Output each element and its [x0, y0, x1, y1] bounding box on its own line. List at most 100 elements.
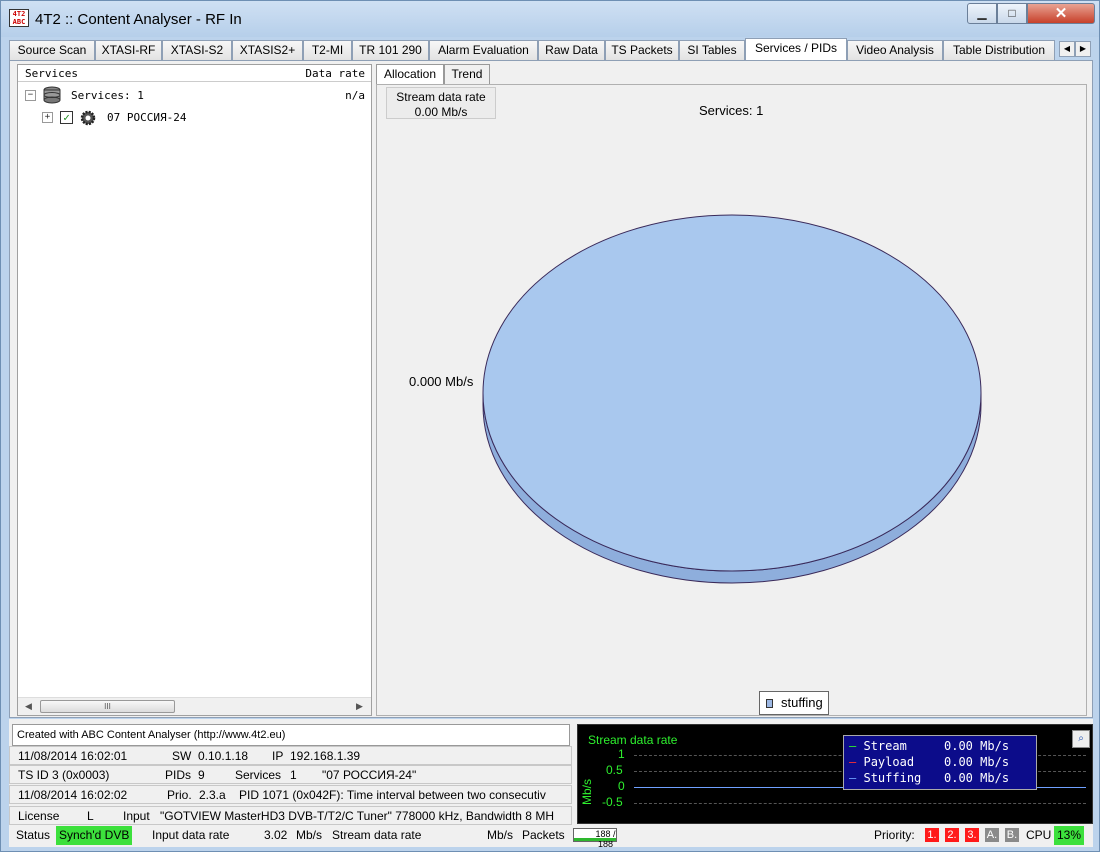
title-bar[interactable]: 4T2 ABC 4T2 :: Content Analyser - RF In …	[1, 1, 1099, 37]
legend-unit-stuffing: Mb/s	[980, 771, 1010, 785]
tab-si-tables[interactable]: SI Tables	[679, 40, 745, 60]
tab-alarm-evaluation[interactable]: Alarm Evaluation	[429, 40, 538, 60]
tab-raw-data[interactable]: Raw Data	[538, 40, 605, 60]
legend-name-stream: Stream	[863, 739, 907, 753]
tab-scroll-right-icon[interactable]: ▶	[1075, 41, 1091, 57]
tab-services-pids[interactable]: Services / PIDs	[745, 38, 847, 60]
column-header-data-rate[interactable]: Data rate	[305, 67, 365, 80]
legend-name-stuffing: Stuffing	[863, 771, 922, 785]
tab-source-scan[interactable]: Source Scan	[9, 40, 95, 60]
tab-scroll-left-icon[interactable]: ◀	[1059, 41, 1075, 57]
scroll-right-icon[interactable]: ▶	[356, 701, 363, 712]
service-name-label: 07 РОССИЯ-24	[107, 111, 187, 124]
priority-b-badge: B.	[1005, 828, 1019, 842]
column-header-services[interactable]: Services	[25, 67, 78, 80]
tab-t2-mi[interactable]: T2-MI	[303, 40, 352, 60]
legend-name-payload: Payload	[863, 755, 915, 769]
tab-ts-packets[interactable]: TS Packets	[605, 40, 679, 60]
legend-value-stuffing: 0.00	[944, 771, 973, 785]
close-button[interactable]: ✕	[1027, 3, 1095, 24]
horizontal-scrollbar[interactable]: ◀ III ▶	[18, 697, 371, 715]
tab-scroll-arrows: ◀ ▶	[1059, 40, 1093, 57]
stream-rate-scope: Stream data rate Mb/s 1 0.5 0 -0.5 — Str…	[577, 724, 1093, 824]
license-value: L	[87, 809, 94, 823]
scope-tick: -0.5	[602, 795, 623, 809]
allocation-chart: Stream data rate 0.00 Mb/s Services: 1 0…	[376, 84, 1087, 716]
info-row-system: 11/08/2014 16:02:01 SW 0.10.1.18 IP 192.…	[9, 746, 572, 765]
services-value: 1	[290, 768, 297, 782]
status-bar: Status Synch'd DVB Input data rate 3.02 …	[9, 826, 1093, 849]
zoom-icon[interactable]: ⌕	[1072, 730, 1090, 748]
tree-header: Services Data rate	[18, 65, 371, 82]
tab-table-distribution[interactable]: Table Distribution	[943, 40, 1055, 60]
tree-root-label: Services: 1	[71, 89, 144, 102]
scope-legend: — Stream 0.00 Mb/s — Payload 0.00 Mb/s —…	[843, 735, 1037, 790]
prio-label: Prio.	[167, 788, 192, 802]
tree-row-root[interactable]: − Services: 1 n/a	[18, 85, 371, 105]
priority-a-badge: A.	[985, 828, 999, 842]
allocation-panel: Allocation Trend Stream data rate 0.00 M…	[376, 64, 1087, 716]
log-time-1: 11/08/2014 16:02:01	[18, 749, 128, 763]
input-rate-label: Input data rate	[152, 828, 230, 842]
input-rate-unit: Mb/s	[296, 828, 323, 842]
ts-id: TS ID 3 (0x0003)	[18, 768, 110, 782]
cpu-label: CPU	[1026, 828, 1052, 842]
pids-label: PIDs	[165, 768, 192, 782]
pie-slice-stuffing	[482, 214, 982, 572]
status-area: Created with ABC Content Analyser (http:…	[9, 719, 1093, 849]
legend-value-payload: 0.00	[944, 755, 973, 769]
info-row-alarm[interactable]: 11/08/2014 16:02:02 Prio. 2.3.a PID 1071…	[9, 785, 572, 804]
priority-2-badge: 2.	[945, 828, 959, 842]
scroll-left-icon[interactable]: ◀	[25, 701, 32, 712]
minimize-button[interactable]: ▁	[967, 3, 997, 24]
tab-xtasi-s2[interactable]: XTASI-S2	[162, 40, 232, 60]
license-label: License	[18, 809, 60, 823]
alarm-message: PID 1071 (0x042F): Time interval between…	[239, 788, 546, 802]
tab-trend[interactable]: Trend	[444, 64, 490, 84]
scroll-thumb[interactable]: III	[40, 700, 175, 713]
tree-row-service[interactable]: + ✓ 07 РОССИЯ-24	[18, 107, 371, 127]
packets-label: Packets	[522, 828, 565, 842]
stream-rate-status-unit: Mb/s	[487, 828, 514, 842]
tab-xtasi-rf[interactable]: XTASI-RF	[95, 40, 162, 60]
status-value-badge: Synch'd DVB	[56, 826, 133, 845]
tab-xtasis2plus[interactable]: XTASIS2+	[232, 40, 303, 60]
input-rate-value: 3.02	[264, 828, 288, 842]
legend-swatch-stuffing	[766, 699, 773, 708]
tab-allocation[interactable]: Allocation	[376, 64, 444, 85]
scope-title: Stream data rate	[588, 733, 678, 747]
priority-3-badge: 3.	[965, 828, 979, 842]
ip-label: IP	[272, 749, 284, 763]
priority-label: Priority:	[874, 828, 915, 842]
input-label: Input	[123, 809, 150, 823]
info-row-input: License L Input "GOTVIEW MasterHD3 DVB-T…	[9, 806, 572, 825]
cpu-value-badge: 13%	[1054, 826, 1085, 845]
legend-value-stream: 0.00	[944, 739, 973, 753]
expand-icon[interactable]: +	[42, 112, 53, 123]
database-icon	[43, 86, 61, 104]
service-checkbox[interactable]: ✓	[60, 111, 73, 124]
tab-tr-101-290[interactable]: TR 101 290	[352, 40, 429, 60]
scope-tick: 0	[618, 779, 625, 793]
services-pids-panel: Services Data rate − Services: 1 n/a + ✓	[9, 60, 1093, 718]
ip-value: 192.168.1.39	[290, 749, 361, 763]
sw-label: SW	[172, 749, 192, 763]
window-title: 4T2 :: Content Analyser - RF In	[35, 11, 242, 28]
tab-video-analysis[interactable]: Video Analysis	[847, 40, 943, 60]
pie-chart	[482, 214, 982, 584]
service-name: "07 РОССИЯ-24"	[322, 768, 417, 782]
packets-fill	[574, 838, 616, 841]
services-tree-panel: Services Data rate − Services: 1 n/a + ✓	[17, 64, 372, 716]
legend-unit-stream: Mb/s	[980, 739, 1010, 753]
maximize-button[interactable]: □	[997, 3, 1027, 24]
stream-rate-status-label: Stream data rate	[332, 828, 422, 842]
main-tab-strip: Source Scan XTASI-RF XTASI-S2 XTASIS2+ T…	[9, 38, 1093, 60]
legend-unit-payload: Mb/s	[980, 755, 1010, 769]
scope-gridline	[634, 803, 1086, 804]
gear-icon	[80, 110, 96, 126]
collapse-icon[interactable]: −	[25, 90, 36, 101]
created-with-text: Created with ABC Content Analyser (http:…	[12, 724, 570, 746]
scope-y-axis-label: Mb/s	[580, 778, 595, 806]
chart-legend: stuffing	[759, 691, 829, 715]
prio-value: 2.3.a	[199, 788, 226, 802]
